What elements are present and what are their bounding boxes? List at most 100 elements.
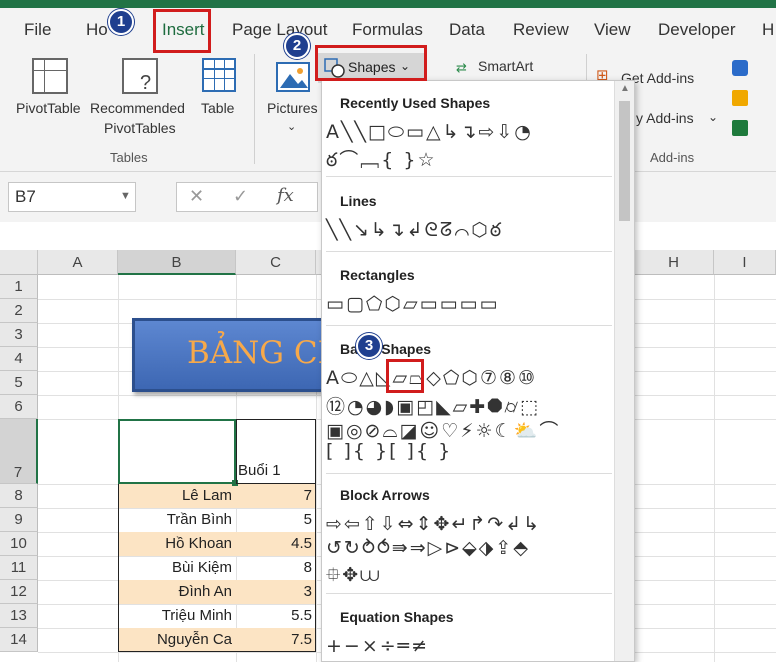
cell-name[interactable]: Hồ Khoan — [120, 535, 232, 552]
recommended-pivottables-button[interactable]: Recommended — [90, 100, 185, 116]
group-divider — [254, 54, 255, 164]
cell-c7[interactable]: Buổi 1 — [238, 462, 281, 479]
row-header-14[interactable]: 14 — [0, 628, 38, 652]
basic-shapes-row[interactable]: A⬭△◺▱⏢◇⬠⬡⑦⑧⑩ — [326, 367, 537, 389]
recently-used-shapes-row[interactable]: A╲╲□⬭▭△↳↴⇨⇩◔ — [326, 121, 533, 143]
menu-scrollbar[interactable]: ▲ — [614, 81, 634, 661]
tab-home[interactable]: Ho — [86, 20, 108, 40]
row-header-2[interactable]: 2 — [0, 299, 38, 323]
pivottable-icon — [32, 58, 68, 94]
tables-group-label: Tables — [110, 150, 148, 165]
formula-actions: ✕ ✓ fx — [176, 182, 318, 212]
cell-value[interactable]: 3 — [238, 583, 312, 600]
row-header-3[interactable]: 3 — [0, 323, 38, 347]
tab-developer[interactable]: Developer — [658, 20, 736, 40]
my-addins-button[interactable]: y Add-ins — [636, 110, 694, 126]
title-accent-bar — [0, 0, 776, 8]
cancel-icon[interactable]: ✕ — [189, 186, 204, 207]
tab-formulas[interactable]: Formulas — [352, 20, 423, 40]
column-header-c[interactable]: C — [236, 250, 316, 275]
recently-used-shapes-row[interactable]: ఠ⌒﹇{ }☆ — [326, 145, 437, 176]
scroll-thumb[interactable] — [619, 101, 630, 221]
column-header-b[interactable]: B — [118, 250, 236, 275]
addins-group-label: Add-ins — [650, 150, 695, 165]
row-header-8[interactable]: 8 — [0, 484, 38, 508]
select-all-corner[interactable] — [0, 250, 38, 275]
row-header-10[interactable]: 10 — [0, 532, 38, 556]
smartart-icon: ⇄ — [456, 60, 467, 75]
row-header-7[interactable]: 7 — [0, 419, 38, 484]
selected-cell-b7[interactable] — [118, 419, 236, 484]
pictures-chevron-icon[interactable]: ⌄ — [287, 120, 296, 133]
column-header-h[interactable]: H — [634, 250, 714, 275]
scroll-up-icon[interactable]: ▲ — [620, 83, 630, 94]
bing-maps-icon[interactable] — [732, 90, 748, 106]
step-badge-3: 3 — [356, 333, 382, 359]
insert-function-icon[interactable]: fx — [277, 185, 294, 206]
rectangles-heading: Rectangles — [340, 267, 415, 283]
cell-value[interactable]: 5 — [238, 511, 312, 528]
name-box[interactable]: B7 — [8, 182, 136, 212]
gridline — [714, 275, 715, 662]
recommended-pivottables-icon: ? — [122, 58, 158, 94]
table-icon — [202, 58, 236, 92]
step-badge-1: 1 — [108, 9, 134, 35]
tab-view[interactable]: View — [594, 20, 631, 40]
equation-shapes-row[interactable]: +−×÷═≠ — [326, 635, 429, 657]
tab-help[interactable]: H — [762, 20, 774, 40]
column-header-a[interactable]: A — [38, 250, 118, 275]
cell-value[interactable]: 8 — [238, 559, 312, 576]
enter-icon[interactable]: ✓ — [233, 186, 248, 207]
row-header-11[interactable]: 11 — [0, 556, 38, 580]
tab-data[interactable]: Data — [449, 20, 485, 40]
row-header-9[interactable]: 9 — [0, 508, 38, 532]
row-header-13[interactable]: 13 — [0, 604, 38, 628]
shapes-button-highlight — [315, 45, 427, 81]
smartart-button[interactable]: SmartArt — [478, 58, 533, 74]
menu-divider — [326, 251, 612, 252]
block-arrows-heading: Block Arrows — [340, 487, 430, 503]
block-arrows-row[interactable]: ⯐✥⩊ — [326, 561, 381, 593]
cell-name[interactable]: Đình An — [120, 583, 232, 600]
lines-shapes-row[interactable]: ╲╲↘↳↴↲ᘓᘔ⌒⬡ఠ — [326, 219, 503, 246]
table-button[interactable]: Table — [201, 100, 234, 116]
title-banner-shape[interactable]: BẢNG CH — [132, 318, 332, 392]
block-arrows-row[interactable]: ↺↻⥁⥀⇛⇒▷⊳⬙⬗⇪⬘ — [326, 537, 530, 559]
menu-divider — [326, 473, 612, 474]
my-addins-chevron-icon[interactable]: ⌄ — [708, 110, 718, 124]
cell-value[interactable]: 4.5 — [238, 535, 312, 552]
cell-name[interactable]: Lê Lam — [120, 487, 232, 504]
cell-value[interactable]: 5.5 — [238, 607, 312, 624]
cell-name[interactable]: Nguyễn Ca — [120, 631, 232, 648]
row-header-4[interactable]: 4 — [0, 347, 38, 371]
cell-name[interactable]: Triệu Minh — [120, 607, 232, 624]
cell-name[interactable]: Trần Bình — [120, 511, 232, 528]
equation-shapes-heading: Equation Shapes — [340, 609, 454, 625]
cell-value[interactable]: 7 — [238, 487, 312, 504]
recently-used-heading: Recently Used Shapes — [340, 95, 491, 111]
step-badge-2: 2 — [284, 33, 310, 59]
rectangles-shapes-row[interactable]: ▭▢⬠⬡▱▭▭▭▭ — [326, 293, 499, 315]
cell-value[interactable]: 7.5 — [238, 631, 312, 648]
menu-divider — [326, 325, 612, 326]
pivottable-button[interactable]: PivotTable — [16, 100, 81, 116]
cell-name[interactable]: Bùi Kiệm — [120, 559, 232, 576]
name-box-dropdown-icon[interactable]: ▼ — [120, 190, 131, 202]
row-header-12[interactable]: 12 — [0, 580, 38, 604]
basic-shapes-row[interactable]: ⑫◔◕◗▣◰◣▱✚⯃⌭⬚ — [326, 392, 540, 419]
tab-page-layout[interactable]: Page Layout — [232, 20, 327, 40]
basic-shapes-row[interactable]: [ ]{ }[ ]{ } — [326, 440, 452, 462]
people-graph-icon[interactable] — [732, 120, 748, 136]
row-header-1[interactable]: 1 — [0, 275, 38, 299]
column-header-i[interactable]: I — [714, 250, 776, 275]
pictures-button[interactable]: Pictures — [267, 100, 318, 116]
row-header-5[interactable]: 5 — [0, 371, 38, 395]
shapes-dropdown-menu: Recently Used Shapes A╲╲□⬭▭△↳↴⇨⇩◔ ఠ⌒﹇{ }… — [321, 80, 635, 662]
tab-file[interactable]: File — [24, 20, 51, 40]
row-header-6[interactable]: 6 — [0, 395, 38, 419]
block-arrows-row[interactable]: ⇨⇦⇧⇩⇔⇕✥↵↱↷↲↳ — [326, 513, 541, 535]
basic-shapes-row[interactable]: ▣◎⊘⌓◪☺♡⚡☼☾⛅⌒ — [326, 416, 560, 443]
visio-icon[interactable] — [732, 60, 748, 76]
tab-review[interactable]: Review — [513, 20, 569, 40]
insert-tab-highlight — [153, 9, 211, 53]
